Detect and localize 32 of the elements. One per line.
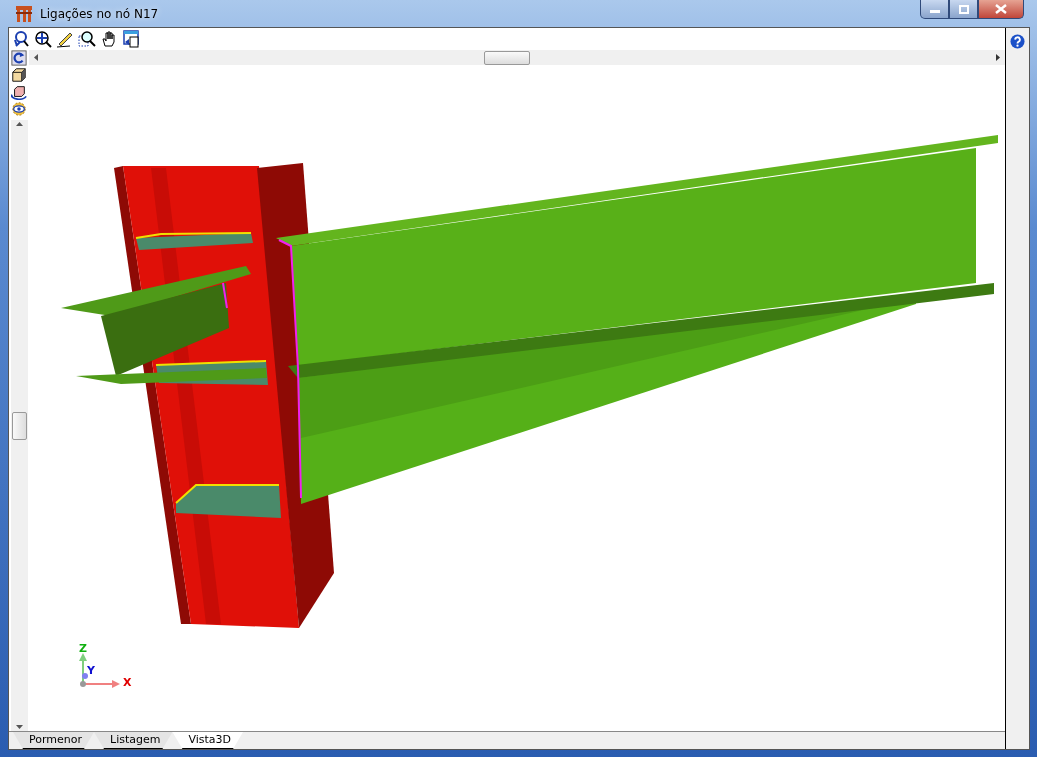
tab[interactable]: Listagem	[94, 732, 173, 749]
tab[interactable]: Pormenor	[13, 732, 94, 749]
solid-cube-icon[interactable]	[11, 67, 27, 83]
maximize-icon	[958, 4, 969, 14]
pencil-icon[interactable]	[56, 30, 74, 48]
close-icon	[995, 4, 1007, 14]
vertical-scrollbar[interactable]	[10, 120, 28, 731]
rotate-magnifier-icon[interactable]	[12, 30, 30, 48]
cube-rotate-icon[interactable]	[11, 84, 27, 100]
minimize-button[interactable]	[920, 0, 949, 19]
close-button[interactable]	[978, 0, 1024, 19]
scroll-right-arrow-icon[interactable]	[995, 53, 1001, 62]
scroll-up-arrow-icon[interactable]	[14, 120, 24, 128]
zoom-window-icon[interactable]	[78, 30, 96, 48]
scrollbar-thumb[interactable]	[11, 411, 27, 440]
scroll-down-arrow-icon[interactable]	[14, 723, 24, 731]
print-preview-icon[interactable]	[122, 30, 140, 48]
app-logo-icon	[14, 3, 34, 24]
help-icon[interactable]	[1010, 34, 1025, 49]
window-title: Ligações no nó N17	[40, 6, 160, 21]
zoom-extents-icon[interactable]	[34, 30, 52, 48]
tab[interactable]: Vista3D	[172, 732, 244, 749]
z-axis-label: Z	[79, 642, 87, 655]
rotate-icon[interactable]	[11, 50, 27, 66]
axis-triad-drawing	[79, 653, 120, 688]
y-axis-label: Y	[87, 664, 95, 677]
scroll-left-arrow-icon[interactable]	[33, 53, 39, 62]
eye-gear-icon[interactable]	[11, 101, 27, 117]
x-axis-label: X	[123, 676, 132, 689]
hand-icon[interactable]	[100, 30, 118, 48]
scrollbar-thumb[interactable]	[484, 50, 530, 65]
maximize-button[interactable]	[949, 0, 978, 19]
